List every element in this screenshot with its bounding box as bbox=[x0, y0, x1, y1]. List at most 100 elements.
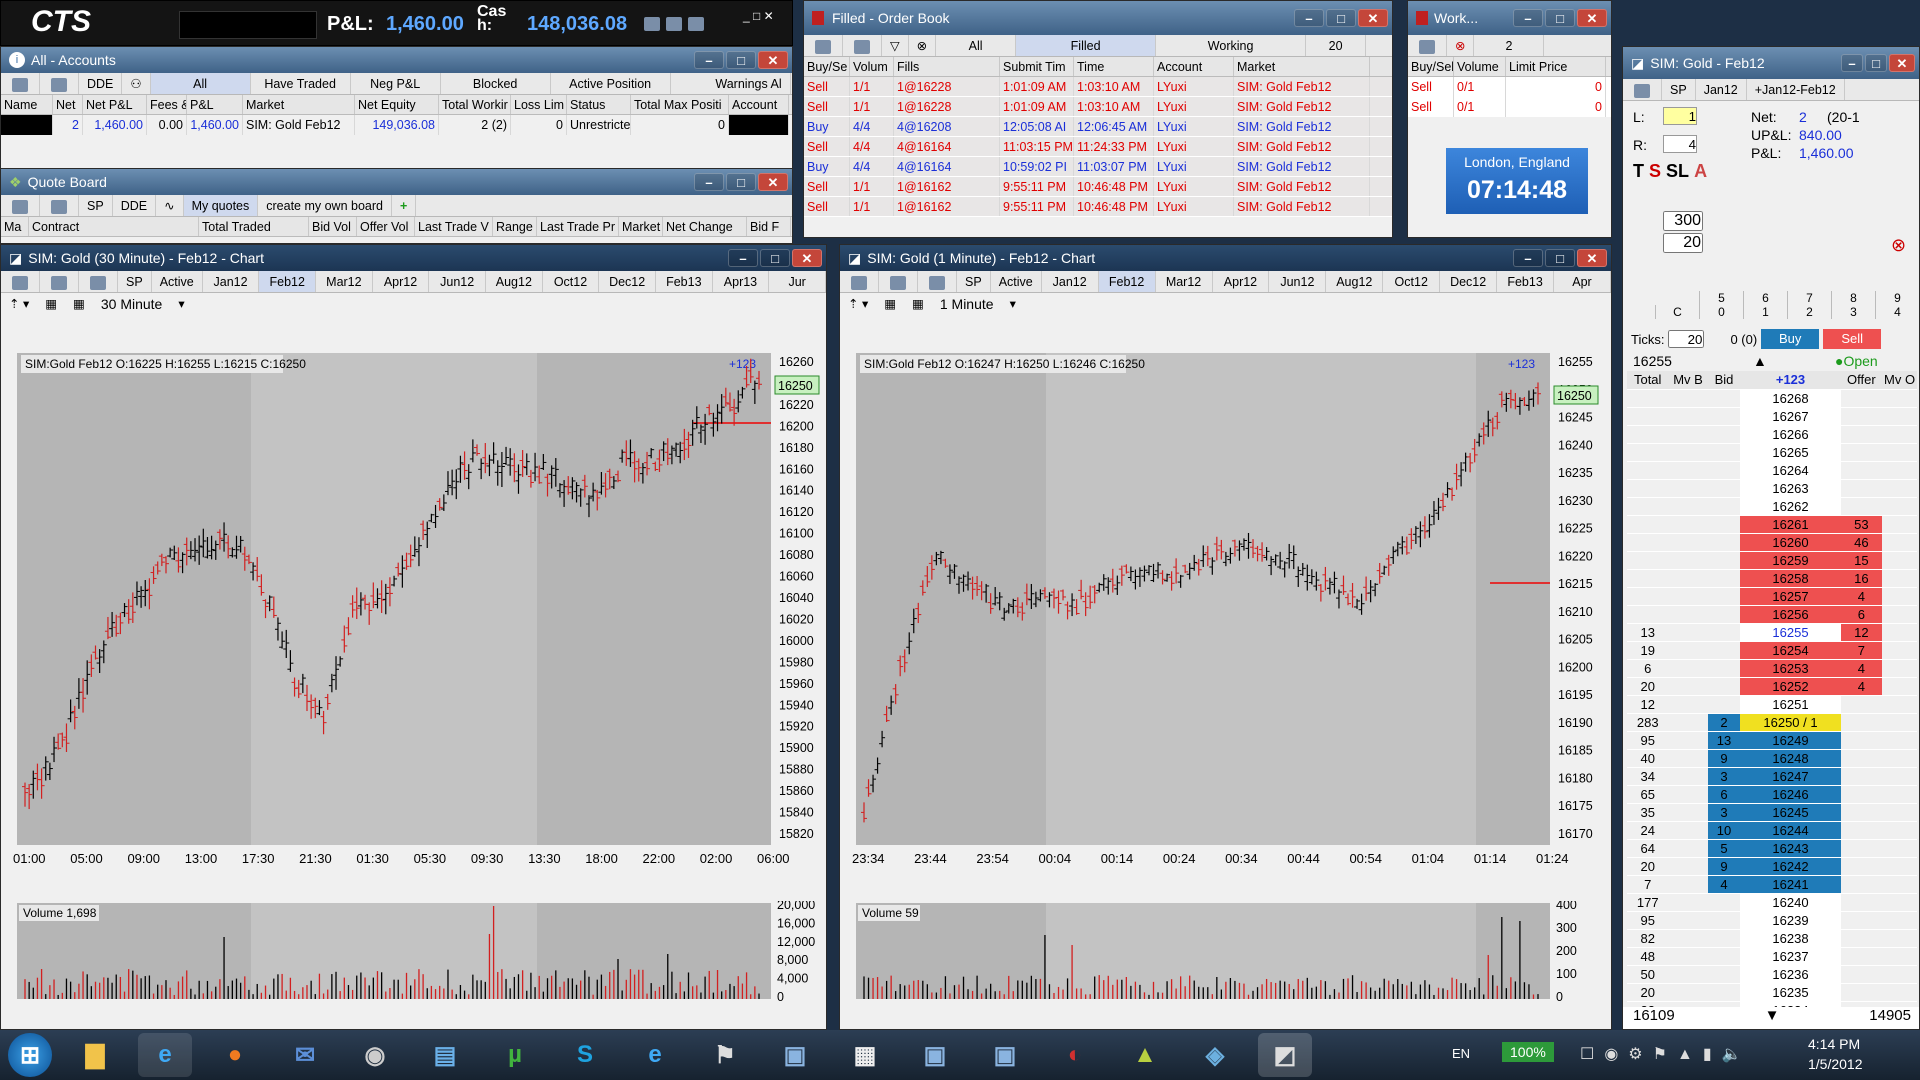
mv-bid-cell[interactable] bbox=[1668, 767, 1708, 786]
mv-offer-cell[interactable] bbox=[1882, 893, 1917, 912]
mv-bid-cell[interactable] bbox=[1668, 731, 1708, 750]
offer-cell[interactable] bbox=[1840, 497, 1883, 516]
close-button[interactable]: ✕ bbox=[1577, 9, 1607, 27]
ladder-row[interactable]: 16266 bbox=[1627, 425, 1917, 444]
col-last-trade-vol[interactable]: Last Trade V bbox=[415, 217, 493, 236]
filter-all[interactable]: All bbox=[150, 73, 251, 94]
offer-cell[interactable]: 4 bbox=[1840, 677, 1883, 696]
l-qty-input[interactable] bbox=[1663, 107, 1697, 125]
file-explorer-icon[interactable]: ▇ bbox=[68, 1033, 122, 1077]
offer-cell[interactable]: 46 bbox=[1840, 533, 1883, 552]
tab-working[interactable]: Working bbox=[1156, 35, 1307, 56]
ladder-row[interactable]: 12 16251 bbox=[1627, 695, 1917, 714]
offer-cell[interactable]: 4 bbox=[1840, 659, 1883, 678]
bid-cell[interactable] bbox=[1707, 533, 1741, 552]
col-status[interactable]: Status bbox=[567, 95, 631, 114]
bid-cell[interactable]: 2 bbox=[1707, 713, 1741, 732]
ticks-input[interactable] bbox=[1668, 330, 1705, 348]
col-submit-time[interactable]: Submit Tim bbox=[1000, 57, 1074, 76]
qty-input-1[interactable] bbox=[1663, 211, 1703, 231]
col-net-change[interactable]: Net Change bbox=[663, 217, 747, 236]
month-selector[interactable]: Jan12 bbox=[1696, 79, 1747, 100]
price-cell[interactable]: 16251 bbox=[1740, 695, 1841, 714]
col-bid-f[interactable]: Bid F bbox=[747, 217, 791, 236]
keypad-key[interactable]: 8 bbox=[1831, 291, 1875, 305]
keypad-key[interactable]: 9 bbox=[1875, 291, 1919, 305]
print-icon[interactable] bbox=[40, 73, 79, 94]
total-cell[interactable]: 20 bbox=[1627, 857, 1669, 876]
offer-cell[interactable] bbox=[1840, 821, 1883, 840]
price-cell[interactable]: 16244 bbox=[1740, 821, 1841, 840]
ladder-row[interactable]: 6 16253 4 bbox=[1627, 659, 1917, 678]
price-cell[interactable]: 16237 bbox=[1740, 947, 1841, 966]
spread-selector[interactable]: +Jan12-Feb12 bbox=[1747, 79, 1845, 100]
draw-icon[interactable] bbox=[918, 271, 957, 292]
offer-cell[interactable]: 7 bbox=[1840, 641, 1883, 660]
offer-cell[interactable] bbox=[1840, 875, 1883, 894]
ladder-row[interactable]: 283 2 16250 / 1 bbox=[1627, 713, 1917, 732]
ladder-row[interactable]: 20 16235 bbox=[1627, 983, 1917, 1002]
total-cell[interactable]: 50 bbox=[1627, 965, 1669, 984]
ladder-row[interactable]: 16258 16 bbox=[1627, 569, 1917, 588]
ladder-row[interactable]: 50 16236 bbox=[1627, 965, 1917, 984]
order-row[interactable]: Sell 1/1 1@16228 1:01:09 AM 1:03:10 AM LYuxi S… bbox=[804, 77, 1392, 97]
row-count[interactable]: 20 bbox=[1306, 35, 1367, 56]
mv-bid-cell[interactable] bbox=[1668, 983, 1708, 1002]
ladder-row[interactable]: 16263 bbox=[1627, 479, 1917, 498]
offer-cell[interactable] bbox=[1840, 695, 1883, 714]
bid-cell[interactable]: 6 bbox=[1707, 785, 1741, 804]
price-cell[interactable]: 16243 bbox=[1740, 839, 1841, 858]
ladder-row[interactable]: 16259 15 bbox=[1627, 551, 1917, 570]
bid-cell[interactable]: 3 bbox=[1707, 767, 1741, 786]
chart-30min-price-plot[interactable]: SIM:Gold Feb12 O:16225 H:16255 L:16215 C… bbox=[1, 343, 827, 863]
bid-cell[interactable]: 5 bbox=[1707, 839, 1741, 858]
month-tab[interactable]: Feb12 bbox=[1098, 271, 1156, 292]
order-row[interactable]: Sell 1/1 1@16228 1:01:09 AM 1:03:10 AM LYuxi S… bbox=[804, 97, 1392, 117]
bid-cell[interactable] bbox=[1707, 623, 1741, 642]
ladder-row[interactable]: 40 9 16248 bbox=[1627, 749, 1917, 768]
filter-icon[interactable]: ▽ bbox=[882, 35, 909, 56]
total-cell[interactable] bbox=[1627, 461, 1669, 480]
month-tab[interactable]: Jan12 bbox=[203, 271, 260, 292]
total-cell[interactable]: 82 bbox=[1627, 929, 1669, 948]
ladder-row[interactable]: 13 16255 12 bbox=[1627, 623, 1917, 642]
print-icon[interactable] bbox=[40, 271, 79, 292]
ladder-row[interactable]: 16257 4 bbox=[1627, 587, 1917, 606]
col-last-trade-price[interactable]: Last Trade Pr bbox=[537, 217, 619, 236]
chevron-down-icon[interactable]: ▾ bbox=[1002, 293, 1024, 323]
total-cell[interactable]: 35 bbox=[1627, 803, 1669, 822]
sp-dropdown[interactable]: SP bbox=[118, 271, 152, 292]
price-cell[interactable]: 16239 bbox=[1740, 911, 1841, 930]
total-cell[interactable] bbox=[1627, 443, 1669, 462]
maximize-button[interactable]: □ bbox=[726, 173, 756, 191]
price-cell[interactable]: 16263 bbox=[1740, 479, 1841, 498]
mv-bid-cell[interactable] bbox=[1668, 641, 1708, 660]
quote-board-titlebar[interactable]: ❖ Quote Board – □ ✕ bbox=[1, 169, 792, 195]
price-cell[interactable]: 16262 bbox=[1740, 497, 1841, 516]
offer-cell[interactable] bbox=[1840, 839, 1883, 858]
draw-icon[interactable] bbox=[79, 271, 118, 292]
total-cell[interactable]: 24 bbox=[1627, 821, 1669, 840]
bid-cell[interactable]: 3 bbox=[1707, 803, 1741, 822]
chart-30min-titlebar[interactable]: ◪ SIM: Gold (30 Minute) - Feb12 - Chart –… bbox=[1, 245, 826, 271]
utorrent-icon[interactable]: µ bbox=[488, 1033, 542, 1077]
offer-cell[interactable] bbox=[1840, 461, 1883, 480]
price-cell[interactable]: 16246 bbox=[1740, 785, 1841, 804]
bid-cell[interactable] bbox=[1707, 389, 1741, 408]
minimize-button[interactable]: – bbox=[1513, 249, 1543, 267]
dom-titlebar[interactable]: ◪ SIM: Gold - Feb12 – □ ✕ bbox=[1623, 47, 1919, 79]
mv-bid-cell[interactable] bbox=[1668, 623, 1708, 642]
mv-bid-cell[interactable] bbox=[1668, 911, 1708, 930]
total-cell[interactable] bbox=[1627, 479, 1669, 498]
month-tab[interactable]: Feb13 bbox=[1497, 271, 1555, 292]
month-tab[interactable]: Mar12 bbox=[1156, 271, 1213, 292]
total-cell[interactable] bbox=[1627, 569, 1669, 588]
offer-cell[interactable] bbox=[1840, 929, 1883, 948]
ladder-row[interactable]: 20 9 16242 bbox=[1627, 857, 1917, 876]
price-cell[interactable]: 16240 bbox=[1740, 893, 1841, 912]
month-tab[interactable]: Feb12 bbox=[259, 271, 317, 292]
filter-neg-pnl[interactable]: Neg P&L bbox=[351, 73, 441, 94]
price-cell[interactable]: 16264 bbox=[1740, 461, 1841, 480]
qty-input-2[interactable] bbox=[1663, 233, 1703, 253]
bid-cell[interactable] bbox=[1707, 497, 1741, 516]
